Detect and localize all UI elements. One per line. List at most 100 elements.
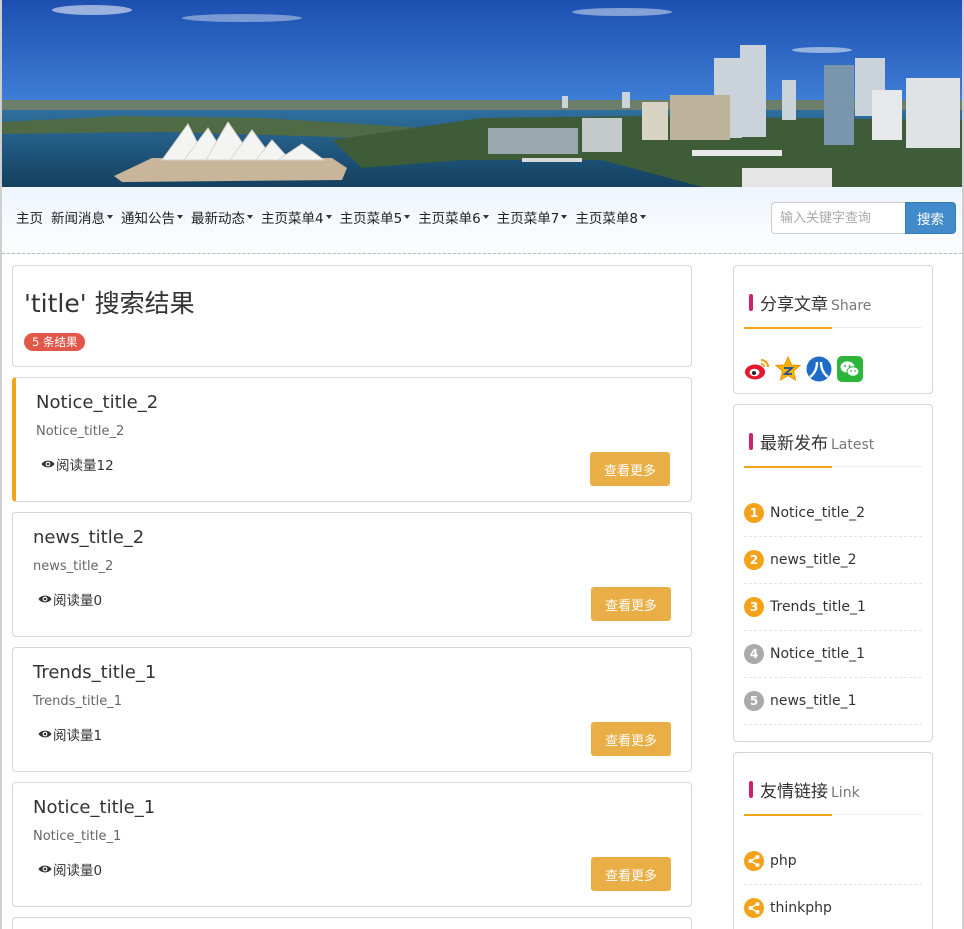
- article-card: [12, 917, 692, 929]
- nav-item-label: 新闻消息: [51, 211, 105, 227]
- main-navbar: 主页 新闻消息 通知公告 最新动态 主页菜单4 主页菜单5 主页菜单6 主页菜单7 主页菜单8 …: [2, 187, 962, 254]
- article-card: Notice_title_1 Notice_title_1 阅读量0 查看更多: [12, 782, 692, 907]
- nav-item[interactable]: 最新动态: [191, 208, 253, 227]
- share-panel: 分享文章 Share: [733, 265, 933, 394]
- read-more-button[interactable]: 查看更多: [591, 722, 671, 756]
- share-icons: [744, 356, 868, 382]
- article-title[interactable]: news_title_2: [33, 527, 144, 548]
- friend-link-label: php: [770, 853, 797, 869]
- rank-badge: 1: [744, 503, 764, 523]
- latest-item[interactable]: 2 news_title_2: [744, 537, 922, 584]
- article-views: 阅读量0: [38, 589, 102, 609]
- qzone-icon[interactable]: [775, 356, 801, 382]
- friend-link[interactable]: php: [744, 838, 922, 885]
- latest-item-label: news_title_1: [770, 693, 857, 709]
- rank-badge: 3: [744, 597, 764, 617]
- result-count-badge: 5 条结果: [24, 333, 86, 351]
- latest-list: 1 Notice_title_2 2 news_title_2 3 Trends_titl…: [744, 490, 922, 725]
- article-views: 阅读量0: [38, 859, 102, 879]
- nav-menu: 主页 新闻消息 通知公告 最新动态 主页菜单4 主页菜单5 主页菜单6 主页菜单7 主页菜单8: [16, 208, 654, 227]
- article-description: Trends_title_1: [33, 694, 123, 709]
- article-card: Notice_title_2 Notice_title_2 阅读量12 查看更多: [12, 377, 692, 502]
- latest-item-label: Notice_title_2: [770, 505, 866, 521]
- latest-item[interactable]: 1 Notice_title_2: [744, 490, 922, 537]
- read-more-button[interactable]: 查看更多: [591, 857, 671, 891]
- caret-down-icon: [639, 215, 646, 219]
- article-views-text: 阅读量0: [53, 593, 103, 609]
- title-underline: [744, 327, 832, 329]
- nav-item[interactable]: 主页: [16, 208, 43, 227]
- article-card: Trends_title_1 Trends_title_1 阅读量1 查看更多: [12, 647, 692, 772]
- article-views: 阅读量12: [41, 454, 114, 474]
- article-card: news_title_2 news_title_2 阅读量0 查看更多: [12, 512, 692, 637]
- article-views-text: 阅读量0: [53, 863, 103, 879]
- nav-item-label: 主页菜单7: [496, 211, 560, 227]
- caret-down-icon: [325, 215, 332, 219]
- share-panel-header: 分享文章 Share: [744, 286, 922, 329]
- article-views-text: 阅读量1: [53, 728, 103, 744]
- article-description: Notice_title_1: [33, 829, 122, 844]
- latest-panel-header: 最新发布 Latest: [744, 425, 922, 468]
- nav-item[interactable]: 主页菜单5: [339, 208, 411, 227]
- eye-icon: [41, 460, 55, 468]
- share-link-icon: [744, 851, 764, 871]
- friend-link-label: thinkphp: [770, 900, 832, 916]
- nav-item-label: 主页菜单8: [575, 211, 638, 227]
- rank-badge: 4: [744, 644, 764, 664]
- article-title[interactable]: Trends_title_1: [33, 662, 156, 683]
- rank-badge: 2: [744, 550, 764, 570]
- title-marker: [749, 781, 753, 798]
- article-description: news_title_2: [33, 559, 114, 574]
- latest-item-label: Trends_title_1: [770, 599, 866, 615]
- article-views: 阅读量1: [38, 724, 102, 744]
- nav-item-label: 主页: [16, 211, 43, 227]
- eye-icon: [38, 730, 52, 738]
- search-result-title: 'title' 搜索结果: [24, 289, 195, 318]
- caret-down-icon: [482, 215, 489, 219]
- article-title[interactable]: Notice_title_1: [33, 797, 155, 818]
- wechat-icon[interactable]: [837, 356, 863, 382]
- caret-down-icon: [561, 215, 568, 219]
- caret-down-icon: [404, 215, 411, 219]
- read-more-button[interactable]: 查看更多: [590, 452, 670, 486]
- search-input[interactable]: [771, 202, 906, 234]
- nav-item-label: 主页菜单6: [418, 211, 481, 227]
- nav-item[interactable]: 主页菜单6: [418, 208, 489, 227]
- latest-item[interactable]: 4 Notice_title_1: [744, 631, 922, 678]
- title-marker: [749, 433, 753, 450]
- latest-item[interactable]: 5 news_title_1: [744, 678, 922, 725]
- latest-item[interactable]: 3 Trends_title_1: [744, 584, 922, 631]
- share-link-icon: [744, 898, 764, 918]
- nav-item[interactable]: 主页菜单4: [261, 208, 332, 227]
- friend-link[interactable]: thinkphp: [744, 885, 922, 929]
- weibo-icon[interactable]: [744, 356, 770, 382]
- article-views-text: 阅读量12: [56, 458, 114, 474]
- nav-item-label: 主页菜单5: [339, 211, 403, 227]
- nav-item[interactable]: 主页菜单8: [575, 208, 646, 227]
- renren-icon[interactable]: [806, 356, 832, 382]
- nav-item[interactable]: 主页菜单7: [496, 208, 568, 227]
- caret-down-icon: [177, 215, 183, 219]
- latest-panel-title: 最新发布 Latest: [760, 434, 875, 454]
- search-result-header: 'title' 搜索结果 5 条结果: [12, 265, 692, 367]
- share-panel-title: 分享文章 Share: [760, 295, 872, 315]
- nav-item[interactable]: 通知公告: [121, 208, 183, 227]
- eye-icon: [38, 595, 52, 603]
- latest-item-label: Notice_title_1: [770, 646, 866, 662]
- latest-panel: 最新发布 Latest 1 Notice_title_2 2 news_title_2 3…: [733, 404, 933, 742]
- nav-item-label: 主页菜单4: [261, 211, 324, 227]
- nav-item[interactable]: 新闻消息: [51, 208, 113, 227]
- article-description: Notice_title_2: [36, 424, 125, 439]
- caret-down-icon: [107, 215, 113, 219]
- nav-item-label: 通知公告: [121, 211, 175, 227]
- eye-icon: [38, 865, 52, 873]
- banner-image: [2, 0, 962, 187]
- caret-down-icon: [247, 215, 253, 219]
- search-button[interactable]: 搜索: [905, 202, 956, 234]
- links-panel-title: 友情链接 Link: [760, 782, 860, 802]
- article-title[interactable]: Notice_title_2: [36, 392, 158, 413]
- nav-item-label: 最新动态: [191, 211, 245, 227]
- title-underline: [744, 814, 832, 816]
- read-more-button[interactable]: 查看更多: [591, 587, 671, 621]
- links-list: php thinkphp: [744, 838, 922, 929]
